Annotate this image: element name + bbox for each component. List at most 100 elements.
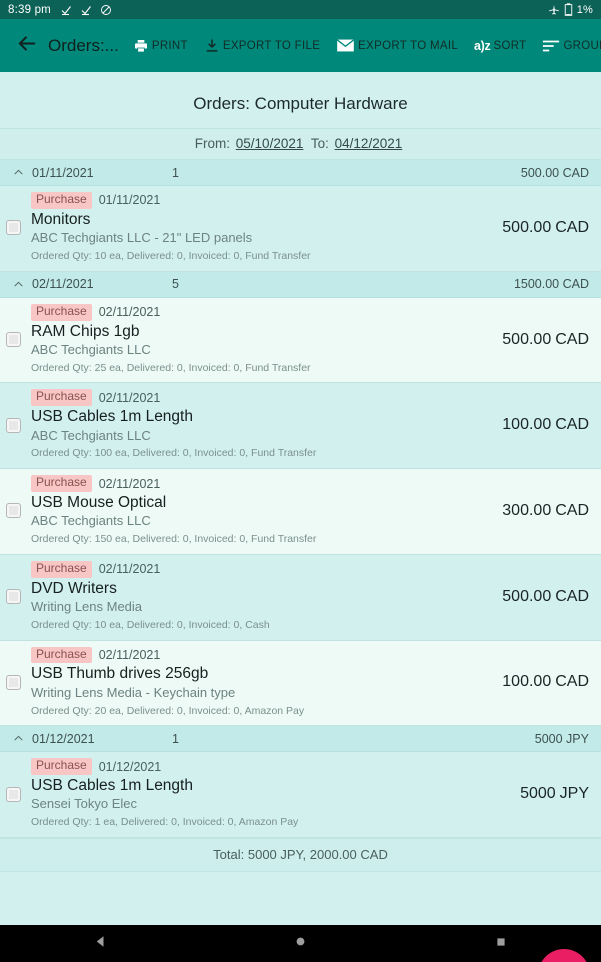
from-date-value[interactable]: 05/10/2021 [236,136,304,151]
order-type-badge: Purchase [31,758,92,776]
group-count: 1 [172,165,179,180]
chevron-up-icon [12,732,25,745]
recents-square-icon [495,935,507,953]
order-row-top: Purchase 01/11/2021 [31,192,492,209]
order-title: DVD Writers [31,579,117,597]
export-to-file-label: EXPORT TO FILE [222,39,321,52]
sort-label: SORT [493,39,527,52]
order-row[interactable]: Purchase 01/11/2021 Monitors ABC Techgiants… [0,186,601,272]
order-title: Monitors [31,210,91,228]
order-type-badge: Purchase [31,646,92,664]
airplane-mode-icon [548,4,560,16]
back-triangle-icon [93,934,108,954]
order-subtitle: ABC Techgiants LLC [31,341,151,357]
totals-bar: Total: 5000 JPY, 2000.00 CAD [0,837,601,872]
order-title: RAM Chips 1gb [31,322,140,340]
group-date: 01/12/2021 [32,731,95,746]
order-amount-value: 500.00 [502,587,552,605]
order-row-top: Purchase 01/12/2021 [31,758,510,776]
order-title: USB Cables 1m Length [31,408,193,426]
order-amount-currency: CAD [555,330,589,348]
nav-home-button[interactable] [200,935,400,953]
order-amount-currency: CAD [555,416,589,434]
status-right-icons: 1% [548,3,593,16]
order-details: Purchase 02/11/2021 USB Cables 1m Length AB… [31,389,492,461]
order-date: 01/11/2021 [98,193,161,208]
order-row[interactable]: Purchase 02/11/2021 USB Cables 1m Length AB… [0,383,601,470]
order-subtitle: Sensei Tokyo Elec [31,796,137,812]
page-title: Orders: Computer Hardware [0,72,601,128]
envelope-icon [336,38,355,53]
order-amount-currency: CAD [555,218,589,236]
order-checkbox[interactable] [6,503,21,519]
order-row-top: Purchase 02/11/2021 [31,475,492,492]
order-amount: 100.00 CAD [492,416,589,434]
order-details: Purchase 01/11/2021 Monitors ABC Techgiants… [31,192,492,264]
printer-icon [133,38,149,54]
order-subtitle: ABC Techgiants LLC [31,427,151,443]
order-checkbox[interactable] [6,417,21,433]
order-date: 02/11/2021 [98,476,161,491]
group-button[interactable]: GROUP [542,39,601,53]
back-button[interactable] [10,29,44,63]
order-date: 02/11/2021 [98,647,161,662]
order-meta: Ordered Qty: 10 ea, Delivered: 0, Invoic… [31,250,311,263]
order-date: 02/11/2021 [98,305,161,320]
order-checkbox[interactable] [6,589,21,605]
status-bar: 8:39 pm 1% [0,0,601,19]
order-amount-currency: CAD [555,673,589,691]
from-label: From: [194,136,231,151]
order-row-top: Purchase 02/11/2021 [31,303,492,321]
chevron-up-icon [12,166,25,179]
order-amount: 500.00 CAD [492,588,589,606]
order-type-badge: Purchase [31,192,92,209]
download-complete-icon [80,4,92,16]
order-subtitle: Writing Lens Media - Keychain type [31,684,236,700]
order-row[interactable]: Purchase 02/11/2021 USB Thumb drives 256gb… [0,640,601,727]
order-amount-value: 5000 [520,785,556,803]
to-date-value[interactable]: 04/12/2021 [335,136,403,151]
order-amount-value: 300.00 [502,501,552,519]
orders-list[interactable]: 01/11/2021 1 500.00 CAD Purchase 01/11/2021 M… [0,160,601,838]
order-amount-currency: JPY [559,785,589,803]
do-not-disturb-icon [100,4,112,16]
order-meta: Ordered Qty: 25 ea, Delivered: 0, Invoic… [31,361,311,374]
order-checkbox[interactable] [6,786,21,802]
order-row[interactable]: Purchase 02/11/2021 DVD Writers Writing Len… [0,554,601,641]
order-row[interactable]: Purchase 02/11/2021 RAM Chips 1gb ABC Techg… [0,297,601,384]
order-details: Purchase 01/12/2021 USB Cables 1m Length Se… [31,758,510,830]
order-amount-currency: CAD [555,587,589,605]
export-to-file-button[interactable]: EXPORT TO FILE [204,37,320,54]
order-row[interactable]: Purchase 01/12/2021 USB Cables 1m Length Se… [0,752,601,838]
order-checkbox[interactable] [6,220,21,236]
order-row-top: Purchase 02/11/2021 [31,646,492,664]
nav-back-button[interactable] [0,934,200,954]
sort-button[interactable]: a)z SORT [474,39,526,53]
group-count: 5 [172,277,179,292]
order-amount-value: 100.00 [502,673,552,691]
order-type-badge: Purchase [31,475,92,492]
order-meta: Ordered Qty: 100 ea, Delivered: 0, Invoi… [31,447,317,460]
order-checkbox[interactable] [6,332,21,348]
order-type-badge: Purchase [31,389,92,407]
order-row[interactable]: Purchase 02/11/2021 USB Mouse Optical ABC T… [0,469,601,555]
group-label: GROUP [563,39,601,52]
download-icon [204,37,220,54]
status-left-icons [60,4,112,16]
order-meta: Ordered Qty: 150 ea, Delivered: 0, Invoi… [31,533,317,546]
group-header[interactable]: 01/12/2021 1 5000 JPY [0,726,601,753]
date-range-bar: From: 05/10/2021 To: 04/12/2021 [0,128,601,160]
group-date: 02/11/2021 [32,277,94,292]
group-header[interactable]: 02/11/2021 5 1500.00 CAD [0,271,601,298]
print-button[interactable]: PRINT [133,38,188,54]
order-row-top: Purchase 02/11/2021 [31,389,492,407]
back-arrow-icon [16,32,39,60]
order-amount: 100.00 CAD [492,673,589,691]
group-header[interactable]: 01/11/2021 1 500.00 CAD [0,160,601,186]
export-to-mail-button[interactable]: EXPORT TO MAIL [336,38,458,53]
page-title-toolbar: Orders:... [48,35,119,55]
order-checkbox[interactable] [6,674,21,690]
order-details: Purchase 02/11/2021 DVD Writers Writing Len… [31,560,492,633]
order-amount-value: 500.00 [502,218,552,236]
chevron-up-icon [12,278,25,291]
